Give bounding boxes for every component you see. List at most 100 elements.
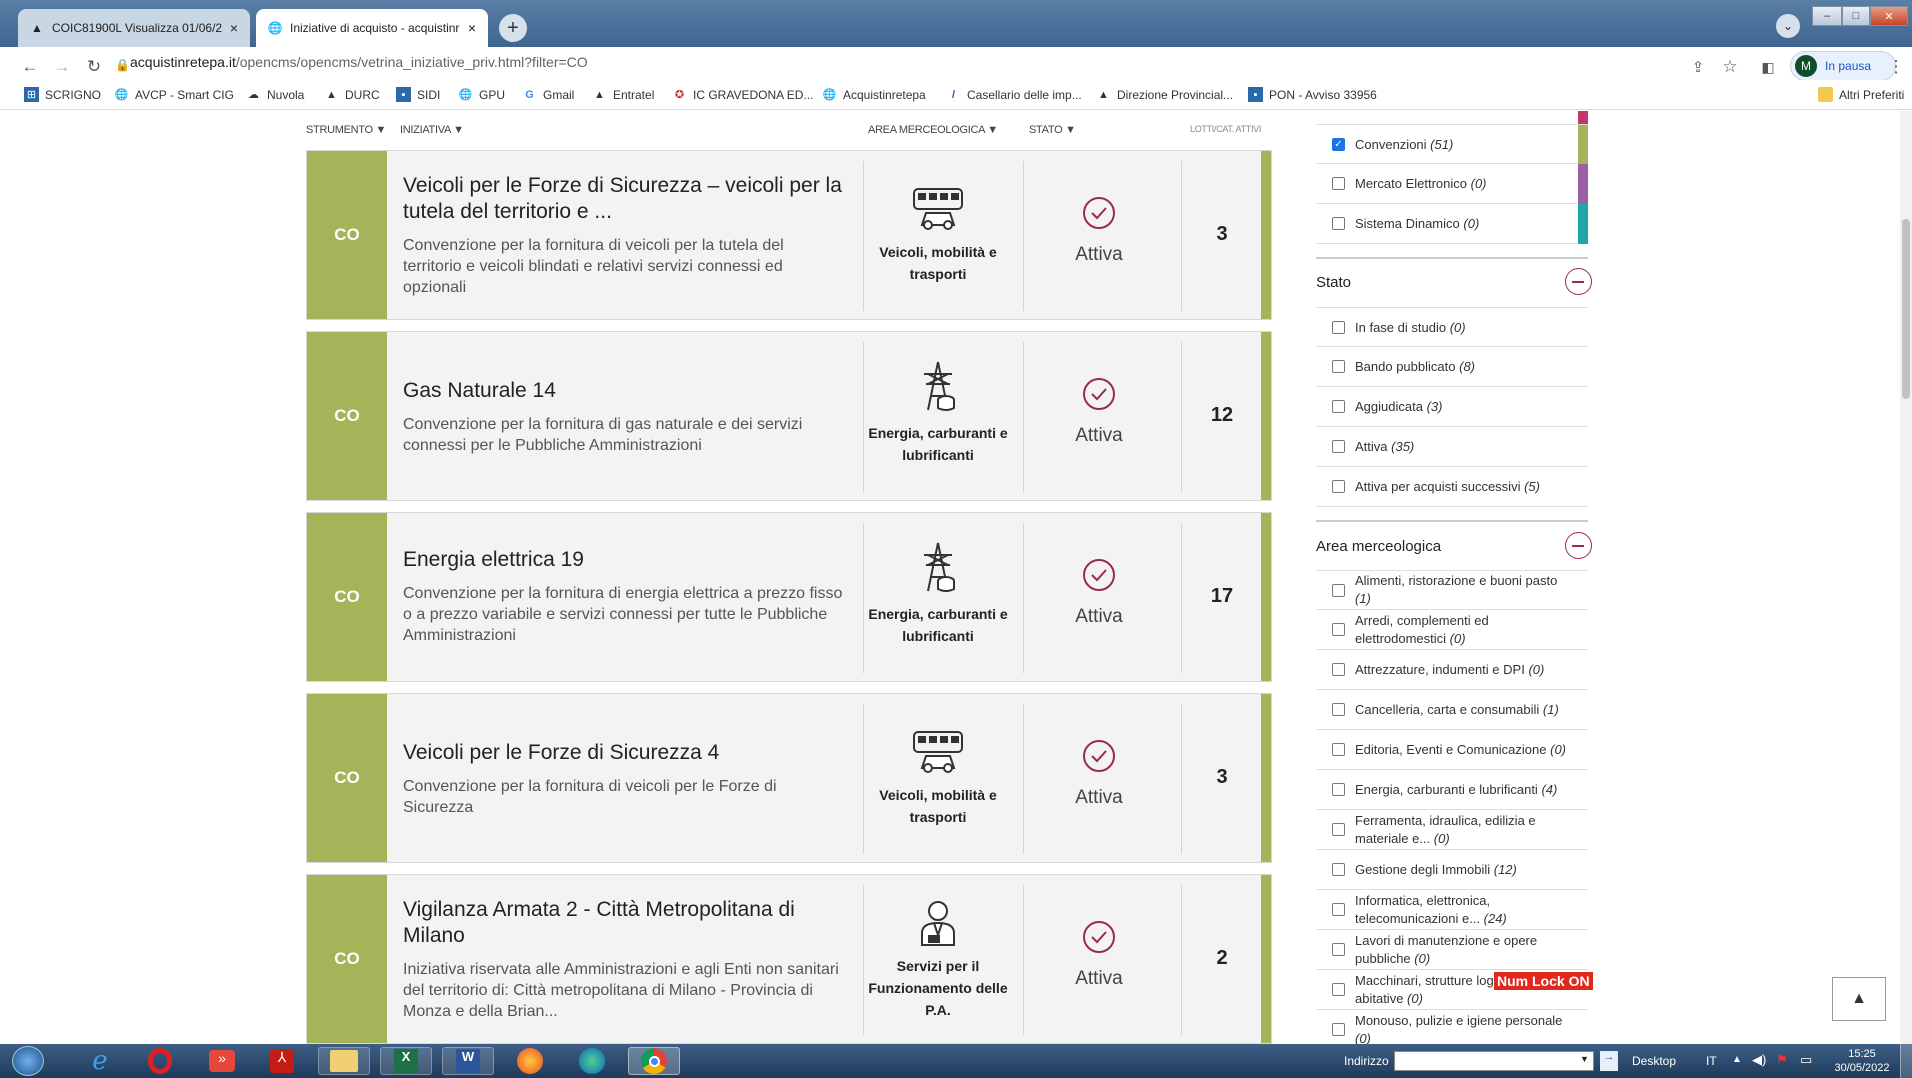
filter-stato[interactable]: Bando pubblicato (8) (1316, 347, 1588, 387)
initiative-card[interactable]: CO Vigilanza Armata 2 - Città Metropolit… (306, 874, 1272, 1044)
checkbox-icon[interactable] (1332, 320, 1345, 334)
filter-convenzioni[interactable]: ✓ Convenzioni (51) (1316, 124, 1588, 165)
firefox-icon[interactable] (504, 1047, 556, 1075)
excel-icon[interactable]: X (380, 1047, 432, 1075)
column-iniziativa[interactable]: INIZIATIVA ▼ (400, 124, 464, 136)
column-area[interactable]: AREA MERCEOLOGICA ▼ (868, 124, 998, 136)
address-input[interactable] (1394, 1051, 1594, 1071)
checkbox-icon[interactable] (1332, 983, 1345, 996)
anydesk-icon[interactable]: » (196, 1047, 248, 1075)
reload-icon[interactable]: ↻ (82, 55, 106, 79)
ie-icon[interactable]: e (74, 1046, 126, 1076)
checkbox-icon[interactable] (1332, 360, 1345, 373)
forward-icon[interactable]: → (50, 55, 74, 79)
filter-area[interactable]: Lavori di manutenzione e opere pubbliche … (1316, 930, 1588, 970)
volume-icon[interactable]: ◀) (1752, 1052, 1766, 1068)
minimize-button[interactable]: – (1812, 6, 1842, 26)
filter-area[interactable]: Cancelleria, carta e consumabili (1) (1316, 690, 1588, 730)
scroll-top-button[interactable]: ▲ (1832, 977, 1886, 1021)
tab-search-icon[interactable]: ⌄ (1776, 14, 1800, 38)
column-strumento[interactable]: STRUMENTO ▼ (306, 124, 386, 136)
filter-mercato[interactable]: Mercato Elettronico (0) (1316, 164, 1588, 204)
initiative-title[interactable]: Vigilanza Armata 2 - Città Metropolitana… (403, 897, 843, 949)
language-indicator[interactable]: IT (1706, 1054, 1717, 1068)
filter-area[interactable]: Gestione degli Immobili (12) (1316, 850, 1588, 890)
checkbox-icon[interactable] (1332, 177, 1345, 190)
filter-area[interactable]: Ferramenta, idraulica, edilizia e materia… (1316, 810, 1588, 850)
filter-stato[interactable]: Attiva per acquisti successivi (5) (1316, 467, 1588, 507)
checkbox-icon[interactable] (1332, 703, 1345, 716)
bookmark-item[interactable]: / Casellario delle imp... (946, 87, 1082, 102)
checkbox-icon[interactable] (1332, 623, 1345, 636)
back-icon[interactable]: ← (18, 55, 42, 79)
collapse-icon[interactable] (1565, 532, 1592, 559)
checkbox-icon[interactable] (1332, 663, 1345, 676)
initiative-card[interactable]: CO Energia elettrica 19 Convenzione per … (306, 512, 1272, 682)
filter-stato[interactable]: Aggiudicata (3) (1316, 387, 1588, 427)
checkbox-icon[interactable] (1332, 743, 1345, 756)
show-desktop-button[interactable] (1900, 1044, 1912, 1078)
initiative-title[interactable]: Veicoli per le Forze di Sicurezza 4 (403, 740, 843, 766)
initiative-card[interactable]: CO Veicoli per le Forze di Sicurezza – v… (306, 150, 1272, 320)
menu-icon[interactable]: ⋮ (1884, 55, 1908, 79)
checkbox-icon[interactable] (1332, 583, 1345, 597)
initiative-card[interactable]: CO Gas Naturale 14 Convenzione per la fo… (306, 331, 1272, 501)
column-stato[interactable]: STATO ▼ (1029, 124, 1076, 136)
share-icon[interactable]: ⇪ (1686, 55, 1710, 79)
initiative-card[interactable]: CO Veicoli per le Forze di Sicurezza 4 C… (306, 693, 1272, 863)
edge-icon[interactable] (566, 1047, 618, 1075)
filter-area[interactable]: Energia, carburanti e lubrificanti (4) (1316, 770, 1588, 810)
checkbox-icon[interactable] (1332, 903, 1345, 916)
bookmark-item[interactable]: 🌐 GPU (458, 87, 505, 102)
filter-area[interactable]: Monouso, pulizie e igiene personale (0) (1316, 1010, 1588, 1044)
initiative-title[interactable]: Energia elettrica 19 (403, 547, 843, 573)
go-icon[interactable]: → (1600, 1051, 1618, 1071)
initiative-title[interactable]: Gas Naturale 14 (403, 378, 843, 404)
checkbox-icon[interactable] (1332, 783, 1345, 796)
tab-coic[interactable]: ▲ COIC81900L Visualizza 01/06/20.. × (18, 9, 250, 47)
bookmark-item[interactable]: ▲ DURC (324, 87, 380, 102)
collapse-icon[interactable] (1565, 268, 1592, 295)
checkbox-icon[interactable] (1332, 1023, 1345, 1036)
close-icon[interactable]: × (468, 20, 476, 36)
checkbox-icon[interactable] (1332, 217, 1345, 230)
filter-stato[interactable]: Attiva (35) (1316, 427, 1588, 467)
filter-area[interactable]: Arredi, complementi ed elettrodomestici (… (1316, 610, 1588, 650)
new-tab-button[interactable]: + (499, 14, 527, 42)
other-bookmarks[interactable]: Altri Preferiti (1818, 87, 1904, 102)
checkbox-icon[interactable] (1332, 863, 1345, 876)
scrollbar-thumb[interactable] (1902, 219, 1910, 399)
filter-stato[interactable]: In fase di studio (0) (1316, 307, 1588, 347)
checkbox-icon[interactable] (1332, 823, 1345, 836)
scrollbar[interactable] (1900, 111, 1912, 1044)
checkbox-icon[interactable] (1332, 943, 1345, 956)
explorer-icon[interactable] (318, 1047, 370, 1075)
word-icon[interactable]: W (442, 1047, 494, 1075)
acrobat-icon[interactable]: ⅄ (256, 1047, 308, 1075)
chevron-down-icon[interactable]: ▼ (1580, 1054, 1589, 1064)
tab-iniziative[interactable]: 🌐 Iniziative di acquisto - acquistinre × (256, 9, 488, 47)
url-field[interactable]: acquistinretepa.it/opencms/opencms/vetri… (130, 54, 588, 70)
bookmark-item[interactable]: ▪ PON - Avviso 33956 (1248, 87, 1377, 102)
filter-area[interactable]: Editoria, Eventi e Comunicazione (0) (1316, 730, 1588, 770)
initiative-title[interactable]: Veicoli per le Forze di Sicurezza – veic… (403, 173, 843, 225)
tray-arrow-icon[interactable]: ▲ (1732, 1054, 1742, 1065)
side-panel-icon[interactable]: ◧ (1756, 55, 1780, 79)
profile-button[interactable]: M In pausa (1790, 51, 1896, 81)
close-icon[interactable]: × (230, 20, 238, 36)
bookmark-item[interactable]: ✪ IC GRAVEDONA ED... (672, 87, 814, 102)
start-button[interactable] (12, 1046, 44, 1076)
bookmark-item[interactable]: ⊞ SCRIGNO (24, 87, 101, 102)
filter-area[interactable]: Attrezzature, indumenti e DPI (0) (1316, 650, 1588, 690)
filter-area[interactable]: Alimenti, ristorazione e buoni pasto (1) (1316, 570, 1588, 610)
bookmark-star-icon[interactable]: ☆ (1718, 55, 1742, 79)
network-icon[interactable]: ▭ (1800, 1052, 1812, 1068)
bookmark-item[interactable]: G Gmail (522, 87, 574, 102)
checkbox-checked-icon[interactable]: ✓ (1332, 137, 1345, 151)
bookmark-item[interactable]: ▪ SIDI (396, 87, 440, 102)
chrome-icon[interactable] (628, 1047, 680, 1075)
opera-icon[interactable] (134, 1047, 186, 1075)
filter-area[interactable]: Informatica, elettronica, telecomunicazio… (1316, 890, 1588, 930)
filter-sistema[interactable]: Sistema Dinamico (0) (1316, 204, 1588, 244)
bookmark-item[interactable]: 🌐 AVCP - Smart CIG (114, 87, 234, 102)
